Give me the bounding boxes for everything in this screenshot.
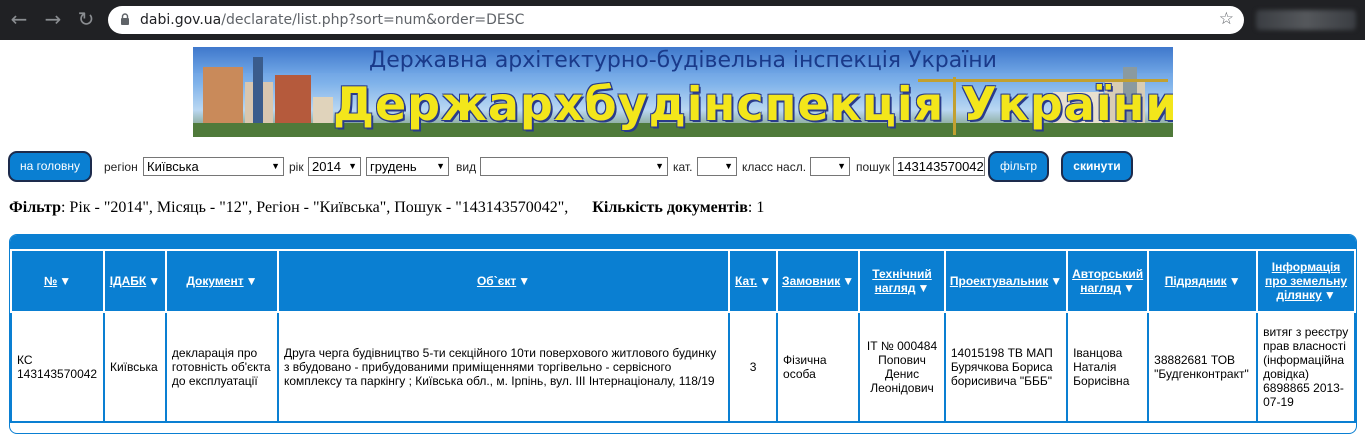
chevron-down-icon: ▼ (837, 161, 846, 171)
column-header-designer[interactable]: Проектувальник ▼ (943, 249, 1069, 313)
cell-contractor: 38882681 ТОВ "Будгенконтракт" (1147, 311, 1259, 423)
cell-designer: 14015198 ТВ МАП Бурячкова Бориса борисив… (943, 311, 1069, 423)
column-header-author-supervision[interactable]: Авторський нагляд ▼ (1066, 249, 1150, 313)
browser-toolbar: ← → ↻ dabi.gov.ua/declarate/list.php?sor… (0, 0, 1365, 40)
cell-num: КС 143143570042 (10, 311, 105, 423)
declarations-table: № ▼ ІДАБК ▼ Документ ▼ Об`єкт ▼ Кат. ▼ Замовн… (10, 249, 1356, 423)
site-banner: Державна архітектурно-будівельна інспекц… (193, 47, 1173, 137)
address-bar[interactable]: dabi.gov.ua/declarate/list.php?sort=num&… (108, 6, 1244, 34)
year-label: рік (289, 160, 304, 174)
column-header-tech-supervision[interactable]: Технічний нагляд ▼ (858, 249, 946, 313)
category-label: кат. (673, 160, 693, 174)
month-select[interactable]: грудень ▼ (366, 157, 449, 176)
lock-icon (121, 13, 129, 25)
document-count-value: : 1 (747, 199, 765, 216)
filter-summary: Фільтр: Рік - "2014", Місяць - "12", Рег… (9, 199, 764, 217)
cell-author-supervision: Іванцова Наталія Борисівна (1066, 311, 1150, 423)
cell-idabk: Київська (102, 311, 167, 423)
sort-desc-icon: ▼ (1323, 288, 1336, 302)
star-icon[interactable]: ☆ (1219, 9, 1234, 29)
declarations-table-container: № ▼ ІДАБК ▼ Документ ▼ Об`єкт ▼ Кат. ▼ Замовн… (9, 234, 1357, 434)
home-button[interactable]: на головну (8, 151, 92, 182)
cell-object: Друга черга будівництво 5-ти секційного … (276, 311, 731, 423)
type-select[interactable]: ▼ (480, 157, 668, 176)
type-label: вид (456, 160, 477, 174)
document-count-label: Кількість документів (592, 199, 748, 216)
sort-desc-icon: ▼ (842, 274, 855, 288)
cell-document: декларація про готовність об'єкта до екс… (164, 311, 279, 423)
url-text: dabi.gov.ua/declarate/list.php?sort=num&… (140, 12, 525, 28)
filter-summary-text: : Рік - "2014", Місяць - "12", Регіон - … (60, 199, 569, 216)
cell-category: 3 (728, 311, 779, 423)
sort-desc-icon: ▼ (759, 274, 772, 288)
column-header-object[interactable]: Об`єкт ▼ (276, 249, 731, 313)
cell-customer: Фізична особа (776, 311, 861, 423)
region-label: регіон (104, 160, 138, 174)
sort-desc-icon: ▼ (1123, 281, 1136, 295)
class-label: класс насл. (742, 160, 807, 174)
column-header-idabk[interactable]: ІДАБК ▼ (102, 249, 167, 313)
year-select[interactable]: 2014 ▼ (308, 157, 361, 176)
column-header-land-info[interactable]: Інформація про земельну ділянку ▼ (1256, 249, 1356, 313)
banner-title: Держархбудінспекція України (333, 77, 1173, 131)
reload-icon[interactable]: ↻ (75, 8, 97, 30)
category-select[interactable]: ▼ (697, 157, 737, 176)
filter-summary-label: Фільтр (9, 199, 61, 216)
column-header-category[interactable]: Кат. ▼ (728, 249, 779, 313)
column-header-contractor[interactable]: Підрядник ▼ (1147, 249, 1259, 313)
sort-desc-icon: ▼ (1050, 274, 1063, 288)
sort-desc-icon: ▼ (518, 274, 531, 288)
column-header-num[interactable]: № ▼ (10, 249, 105, 313)
search-input[interactable]: 143143570042 (893, 157, 985, 176)
sort-desc-icon: ▼ (59, 274, 72, 288)
banner-subtitle: Державна архітектурно-будівельна інспекц… (369, 48, 997, 73)
filter-button[interactable]: фільтр (988, 151, 1049, 182)
chevron-down-icon: ▼ (348, 161, 357, 171)
cell-land-info: витяг з реєстру прав власності (інформац… (1256, 311, 1356, 423)
class-select[interactable]: ▼ (810, 157, 850, 176)
search-label: пошук (856, 160, 891, 174)
sort-desc-icon: ▼ (245, 274, 258, 288)
column-header-document[interactable]: Документ ▼ (164, 249, 279, 313)
chevron-down-icon: ▼ (436, 161, 445, 171)
back-arrow-icon[interactable]: ← (8, 8, 30, 30)
sort-desc-icon: ▼ (1228, 274, 1241, 288)
chevron-down-icon: ▼ (724, 161, 733, 171)
chevron-down-icon: ▼ (271, 161, 280, 171)
chevron-down-icon: ▼ (655, 161, 664, 171)
sort-desc-icon: ▼ (917, 281, 930, 295)
region-select[interactable]: Київська ▼ (143, 157, 284, 176)
forward-arrow-icon[interactable]: → (42, 8, 64, 30)
column-header-customer[interactable]: Замовник ▼ (776, 249, 861, 313)
reset-button[interactable]: скинути (1061, 151, 1133, 182)
table-header-row: № ▼ ІДАБК ▼ Документ ▼ Об`єкт ▼ Кат. ▼ Замовн… (10, 249, 1356, 313)
sort-desc-icon: ▼ (148, 274, 161, 288)
table-row: КС 143143570042 Київська декларація про … (10, 311, 1356, 423)
cell-tech-supervision: ІТ № 000484 Попович Денис Леонідович (858, 311, 946, 423)
profile-avatar[interactable] (1256, 10, 1356, 30)
